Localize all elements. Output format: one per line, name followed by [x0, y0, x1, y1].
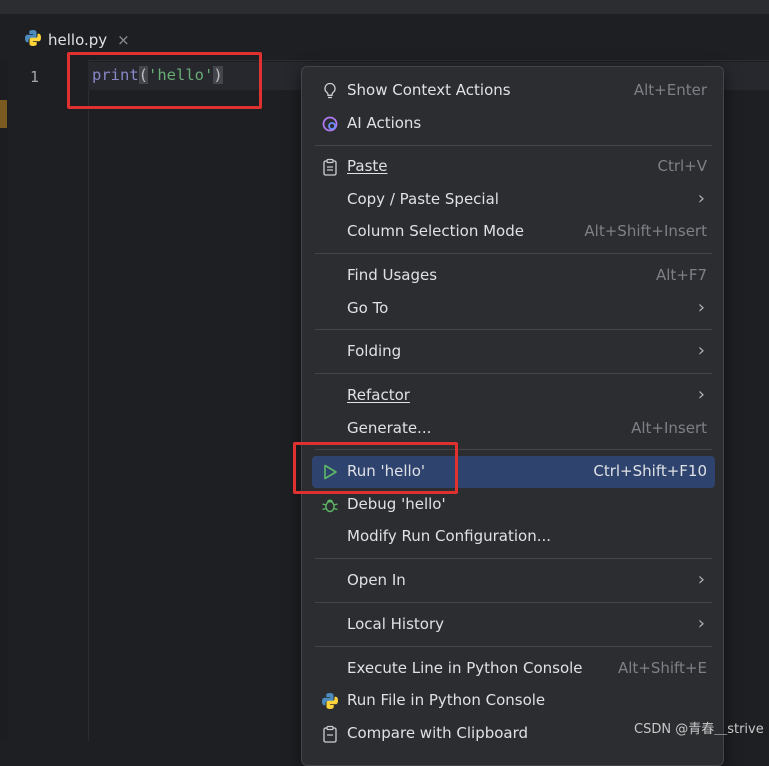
menu-item-open-in[interactable]: Open In ›: [312, 565, 715, 597]
menu-item-label: Folding: [347, 342, 402, 360]
watermark: CSDN @青春＿strive: [634, 722, 764, 737]
menu-item-run-file-python-console[interactable]: Run File in Python Console: [312, 685, 715, 717]
clipboard-icon: [320, 157, 340, 177]
menu-item-ai-actions[interactable]: AI Actions: [312, 108, 715, 140]
menu-item-shortcut: Alt+F7: [655, 266, 707, 284]
menu-separator: [315, 602, 712, 603]
chevron-right-icon: ›: [697, 297, 705, 318]
menu-item-label: Go To: [347, 299, 389, 317]
menu-item-label: Run File in Python Console: [347, 691, 546, 709]
menu-separator: [315, 646, 712, 647]
menu-separator: [315, 558, 712, 559]
menu-item-label: Paste: [347, 157, 388, 175]
menu-item-label: AI Actions: [347, 114, 422, 132]
menu-separator: [315, 373, 712, 374]
menu-item-column-selection-mode[interactable]: Column Selection Mode Alt+Shift+Insert: [312, 216, 715, 248]
menu-separator: [315, 253, 712, 254]
debug-bug-icon: [320, 495, 340, 515]
menu-item-folding[interactable]: Folding ›: [312, 336, 715, 368]
menu-item-shortcut: Ctrl+Shift+F10: [593, 462, 707, 480]
python-file-icon: [24, 29, 42, 51]
chevron-right-icon: ›: [697, 569, 705, 590]
chevron-right-icon: ›: [697, 188, 705, 209]
menu-separator: [315, 145, 712, 146]
chevron-right-icon: ›: [697, 340, 705, 361]
line-number: 1: [30, 68, 40, 86]
menu-item-paste[interactable]: Paste Ctrl+V: [312, 151, 715, 183]
menu-item-label: Compare with Clipboard: [347, 724, 529, 742]
chevron-right-icon: ›: [697, 384, 705, 405]
lightbulb-icon: [320, 81, 340, 101]
menu-item-label: Generate...: [347, 419, 432, 437]
editor-context-menu: Show Context Actions Alt+Enter AI Action…: [301, 66, 724, 766]
run-highlight-annotation: [293, 442, 458, 494]
menu-item-copy-paste-special[interactable]: Copy / Paste Special ›: [312, 184, 715, 216]
menu-item-show-context-actions[interactable]: Show Context Actions Alt+Enter: [312, 75, 715, 107]
menu-item-go-to[interactable]: Go To ›: [312, 293, 715, 325]
menu-item-refactor[interactable]: Refactor ›: [312, 380, 715, 412]
menu-item-label: Debug 'hello': [347, 495, 446, 513]
menu-item-execute-line-python-console[interactable]: Execute Line in Python Console Alt+Shift…: [312, 653, 715, 685]
menu-item-shortcut: Ctrl+V: [657, 157, 707, 175]
menu-item-label: Copy / Paste Special: [347, 190, 499, 208]
menu-item-generate[interactable]: Generate... Alt+Insert: [312, 413, 715, 445]
menu-separator: [315, 329, 712, 330]
menu-item-label: Refactor: [347, 386, 410, 404]
menu-item-label: Execute Line in Python Console: [347, 659, 583, 677]
menu-item-shortcut: Alt+Shift+Insert: [584, 222, 707, 240]
ai-assistant-icon: [320, 114, 340, 134]
editor-gutter: [8, 60, 89, 741]
top-toolbar-strip: [0, 0, 769, 14]
tab-filename: hello.py: [48, 31, 108, 49]
code-highlight-annotation: [67, 52, 262, 109]
menu-item-find-usages[interactable]: Find Usages Alt+F7: [312, 260, 715, 292]
menu-item-shortcut: Alt+Insert: [631, 419, 707, 437]
change-marker: [0, 100, 7, 128]
menu-item-label: Open In: [347, 571, 406, 589]
menu-item-label: Local History: [347, 615, 445, 633]
menu-item-label: Find Usages: [347, 266, 438, 284]
tab-hello-py[interactable]: hello.py ×: [24, 28, 130, 52]
python-icon: [320, 691, 340, 711]
tab-close-icon[interactable]: ×: [117, 31, 130, 49]
menu-item-label: Column Selection Mode: [347, 222, 524, 240]
left-tool-stripe: [0, 60, 8, 741]
menu-item-local-history[interactable]: Local History ›: [312, 609, 715, 641]
menu-item-label: Modify Run Configuration...: [347, 527, 552, 545]
chevron-right-icon: ›: [697, 613, 705, 634]
menu-item-label: Show Context Actions: [347, 81, 511, 99]
menu-item-shortcut: Alt+Enter: [633, 81, 707, 99]
menu-item-shortcut: Alt+Shift+E: [617, 659, 707, 677]
compare-clipboard-icon: [320, 724, 340, 744]
menu-item-modify-run-configuration[interactable]: Modify Run Configuration...: [312, 521, 715, 553]
